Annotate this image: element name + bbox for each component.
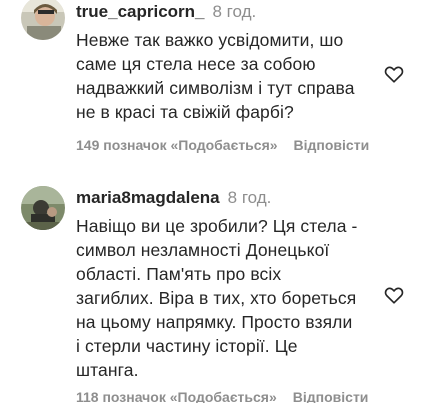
- avatar[interactable]: [21, 0, 65, 40]
- comment-meta: 118 позначок «Подобається» Відповісти: [76, 388, 384, 403]
- likes-count[interactable]: 118 позначок «Подобається»: [76, 389, 277, 403]
- comment-text: Невже так важко усвідомити, шо саме ця с…: [76, 30, 355, 122]
- heart-outline-icon[interactable]: [383, 63, 405, 85]
- comment-text: Навіщо ви це зробили? Ця стела - символ …: [76, 216, 358, 380]
- timestamp: 8 год.: [227, 188, 272, 207]
- comment-meta: 149 позначок «Подобається» Відповісти: [76, 136, 385, 154]
- comments-thread: true_capricorn_ 8 год. Невже так важко ус…: [0, 0, 428, 403]
- comment-header: maria8magdalena 8 год.: [76, 187, 271, 209]
- timestamp: 8 год.: [212, 2, 257, 21]
- reply-button[interactable]: Відповісти: [293, 389, 369, 403]
- heart-outline-icon[interactable]: [383, 284, 405, 306]
- username[interactable]: true_capricorn_: [76, 2, 205, 21]
- reply-button[interactable]: Відповісти: [294, 137, 370, 153]
- username[interactable]: maria8magdalena: [76, 188, 220, 207]
- avatar[interactable]: [21, 186, 65, 230]
- likes-count[interactable]: 149 позначок «Подобається»: [76, 137, 278, 153]
- comment-header: true_capricorn_ 8 год.: [76, 1, 256, 23]
